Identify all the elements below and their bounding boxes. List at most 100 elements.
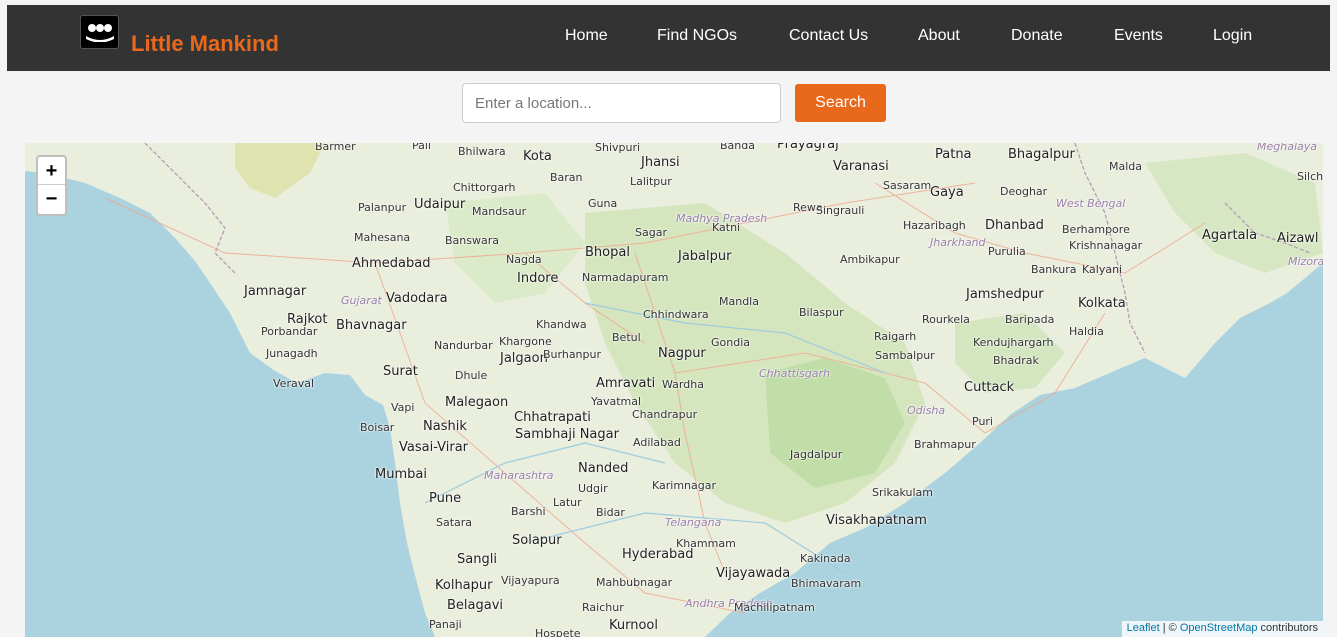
map-label: Chhindwara [643,308,709,321]
map-label: Kolhapur [435,578,493,593]
map-label: Nanded [578,461,629,476]
map-label: Jamshedpur [966,287,1044,302]
map-label: Jhansi [641,155,680,170]
map-label: Gujarat [341,294,382,307]
map-label: Palanpur [358,201,407,214]
nav-contact-us[interactable]: Contact Us [789,27,868,45]
map-label: Amravati [596,376,656,391]
map-label: Khargone [499,335,552,348]
openstreetmap-link[interactable]: OpenStreetMap [1180,622,1258,634]
map-label: Kalyani [1082,263,1123,276]
map-view[interactable]: Barmer Pali Bhilwara Kota Shivpuri Banda… [25,143,1323,637]
map-label: Mandsaur [472,205,527,218]
people-logo-icon [80,15,119,49]
brand-home-link[interactable]: Little Mankind [80,10,279,56]
map-label: Silchar [1297,170,1323,183]
map-label: Hyderabad [622,547,694,562]
map-label: Chhatrapati [514,410,591,425]
map-label: Karimnagar [652,479,717,492]
map-label: Jalgaon [500,351,548,366]
nav-login[interactable]: Login [1213,27,1252,45]
map-label: Pali [412,143,431,152]
map-label: Purulia [988,245,1026,258]
zoom-in-button[interactable]: + [38,157,65,185]
map-label: Chittorgarh [453,181,516,194]
map-label: Kakinada [800,552,851,565]
map-label: Nashik [423,419,467,434]
map-label: Machilipatnam [734,601,815,614]
map-label: Surat [383,364,418,379]
map-label: Gaya [930,185,964,200]
map-label: Singrauli [816,204,865,217]
search-button[interactable]: Search [795,84,886,122]
location-search-input[interactable] [462,83,781,123]
map-label: Ahmedabad [352,256,431,271]
map-label: Odisha [907,404,946,417]
map-label: Kurnool [609,618,658,633]
map-label: Aizawl [1277,231,1319,246]
map-label: Cuttack [964,380,1015,395]
map-label: Mumbai [375,467,427,482]
map-label: Vapi [391,401,415,414]
map-label: Malda [1109,160,1143,173]
map-label: Kolkata [1078,296,1126,311]
map-label: Puri [972,415,993,428]
zoom-control: + − [36,155,67,216]
map-label: Narmadapuram [582,271,669,284]
nav-about[interactable]: About [918,27,960,45]
map-label: Raichur [582,601,624,614]
map-label: Hospete [535,627,581,637]
map-label: Varanasi [833,159,889,174]
map-label: Sangli [457,552,497,567]
map-label: Yavatmal [591,395,642,408]
map-label: Bhilwara [458,145,506,158]
map-label: Nagda [506,253,542,266]
map-attribution: Leaflet | © OpenStreetMap contributors [1121,621,1323,637]
map-label: Krishnanagar [1069,239,1143,252]
map-label: Indore [517,271,559,286]
map-label: Baripada [1005,313,1055,326]
map-label: Visakhapatnam [826,513,927,528]
map-label: Bidar [596,506,625,519]
nav-donate[interactable]: Donate [1011,27,1063,45]
map-label: Boisar [360,421,395,434]
map-label: Telangana [665,516,722,529]
map-label: Wardha [662,378,704,391]
map-label: Sambhaji Nagar [515,427,619,442]
map-label: Satara [436,516,473,529]
map-label: Mizoram [1288,255,1323,268]
map-label: Mahbubnagar [596,576,673,589]
map-label: Patna [935,147,972,162]
map-label: Dhule [455,369,488,382]
leaflet-link[interactable]: Leaflet [1127,622,1160,634]
nav-home[interactable]: Home [565,27,608,45]
map-label: Vijayapura [501,574,560,587]
map-label: Porbandar [261,325,318,338]
brand-name: Little Mankind [131,31,279,56]
map-label: Nandurbar [434,339,493,352]
map-label: Malegaon [445,395,509,410]
map-label: Jharkhand [930,236,986,249]
map-label: Banswara [445,234,499,247]
map-label: Katni [712,221,741,234]
map-label: Udgir [578,482,608,495]
nav-events[interactable]: Events [1114,27,1163,45]
map-label: Bhopal [585,245,630,260]
nav-find-ngos[interactable]: Find NGOs [657,27,737,45]
map-label: Deoghar [1000,185,1048,198]
map-label: Meghalaya [1257,143,1318,153]
map-label: Chhattisgarh [759,367,830,380]
map-label: Junagadh [266,347,318,360]
map-label: Jamnagar [244,284,307,299]
map-label: Sambalpur [875,349,935,362]
zoom-out-button[interactable]: − [38,185,65,213]
attribution-suffix: contributors [1257,622,1318,634]
map-label: Jabalpur [678,249,732,264]
map-label: Gondia [711,336,751,349]
map-label: Burhanpur [543,348,602,361]
map-label: Vasai-Virar [399,440,469,455]
map-label: Solapur [512,533,562,548]
map-label: Barshi [511,505,546,518]
map-label: Latur [553,496,582,509]
map-label: Khandwa [536,318,587,331]
